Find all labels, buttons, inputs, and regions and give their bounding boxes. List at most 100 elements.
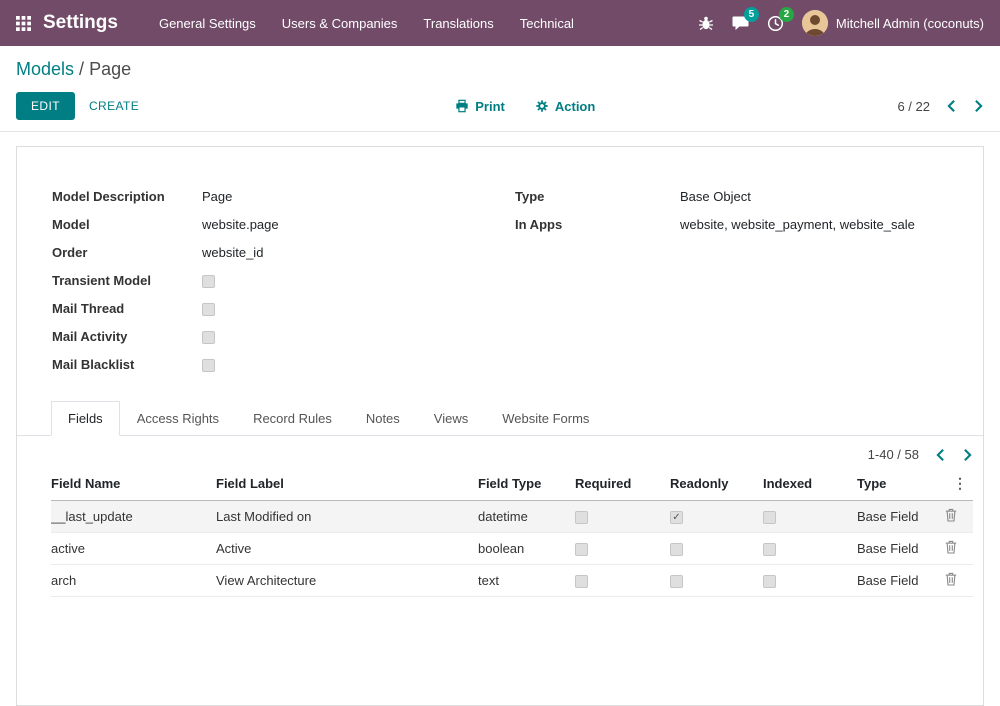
mail-activity-checkbox [202, 331, 215, 344]
cell-field-type: text [478, 565, 575, 597]
required-checkbox [575, 543, 588, 556]
table-row[interactable]: arch View Architecture text Base Field [51, 565, 973, 597]
indexed-checkbox [763, 511, 776, 524]
menu-general-settings[interactable]: General Settings [146, 10, 269, 37]
field-label: Type [515, 189, 680, 204]
list-pager-value[interactable]: 1-40 / 58 [868, 447, 919, 462]
field-label: Model Description [52, 189, 202, 204]
header-readonly[interactable]: Readonly [670, 467, 763, 501]
list-pager-previous-icon[interactable] [935, 448, 946, 462]
table-row[interactable]: active Active boolean Base Field [51, 533, 973, 565]
cell-type: Base Field [857, 533, 935, 565]
cell-field-label: Last Modified on [216, 501, 478, 533]
activities-badge: 2 [779, 7, 794, 22]
model-description-value: Page [202, 189, 232, 204]
model-value: website.page [202, 217, 279, 232]
print-button[interactable]: Print [455, 99, 505, 114]
menu-users-companies[interactable]: Users & Companies [269, 10, 411, 37]
edit-button[interactable]: EDIT [16, 92, 75, 120]
action-button[interactable]: Action [535, 99, 595, 114]
delete-row-button[interactable] [945, 508, 957, 522]
mail-blacklist-checkbox [202, 359, 215, 372]
readonly-checkbox [670, 575, 683, 588]
apps-menu-icon[interactable] [16, 16, 31, 31]
top-navbar: Settings General Settings Users & Compan… [0, 0, 1000, 46]
header-required[interactable]: Required [575, 467, 670, 501]
avatar [802, 10, 828, 36]
fields-table: Field Name Field Label Field Type Requir… [51, 467, 973, 597]
order-value: website_id [202, 245, 263, 260]
navbar-right: 5 2 Mitchell Admin (coconuts) [698, 10, 984, 36]
tab-access-rights[interactable]: Access Rights [120, 401, 236, 436]
type-value: Base Object [680, 189, 751, 204]
tab-website-forms[interactable]: Website Forms [485, 401, 606, 436]
required-checkbox [575, 511, 588, 524]
list-pager-next-icon[interactable] [962, 448, 973, 462]
field-label: Order [52, 245, 202, 260]
field-label: Mail Blacklist [52, 357, 202, 372]
cell-type: Base Field [857, 501, 935, 533]
in-apps-value: website, website_payment, website_sale [680, 217, 915, 232]
form-left-column: Model DescriptionPage Modelwebsite.page … [52, 187, 485, 383]
tab-views[interactable]: Views [417, 401, 485, 436]
fields-list: 1-40 / 58 Field Name Field Label Field T… [17, 436, 983, 597]
cell-field-name: arch [51, 565, 216, 597]
notebook-tabs: Fields Access Rights Record Rules Notes … [17, 401, 983, 436]
messages-badge: 5 [744, 7, 759, 22]
mail-thread-checkbox [202, 303, 215, 316]
header-field-label[interactable]: Field Label [216, 467, 478, 501]
field-label: Model [52, 217, 202, 232]
header-type[interactable]: Type [857, 467, 935, 501]
pager-previous-icon[interactable] [946, 99, 957, 113]
activities-clock-icon[interactable]: 2 [767, 15, 784, 32]
control-panel: EDIT CREATE Print Ac [0, 84, 1000, 132]
cell-type: Base Field [857, 565, 935, 597]
cell-field-type: boolean [478, 533, 575, 565]
gear-icon [535, 99, 549, 113]
debug-bug-icon[interactable] [698, 15, 714, 31]
cell-field-label: Active [216, 533, 478, 565]
breadcrumb-models-link[interactable]: Models [16, 59, 74, 79]
readonly-checkbox [670, 511, 683, 524]
record-pager: 6 / 22 [897, 99, 984, 114]
delete-row-button[interactable] [945, 540, 957, 554]
list-pager: 1-40 / 58 [51, 436, 973, 467]
menu-translations[interactable]: Translations [410, 10, 506, 37]
table-row[interactable]: __last_update Last Modified on datetime … [51, 501, 973, 533]
field-label: In Apps [515, 217, 680, 232]
pager-value[interactable]: 6 / 22 [897, 99, 930, 114]
user-name: Mitchell Admin (coconuts) [836, 16, 984, 31]
field-label: Transient Model [52, 273, 202, 288]
tab-notes[interactable]: Notes [349, 401, 417, 436]
header-field-name[interactable]: Field Name [51, 467, 216, 501]
create-button[interactable]: CREATE [75, 93, 153, 119]
indexed-checkbox [763, 575, 776, 588]
menu-technical[interactable]: Technical [507, 10, 587, 37]
breadcrumb-separator: / [79, 59, 89, 79]
tab-record-rules[interactable]: Record Rules [236, 401, 349, 436]
field-label: Mail Activity [52, 329, 202, 344]
user-menu[interactable]: Mitchell Admin (coconuts) [802, 10, 984, 36]
cell-field-type: datetime [478, 501, 575, 533]
required-checkbox [575, 575, 588, 588]
cell-field-label: View Architecture [216, 565, 478, 597]
main-menu: General Settings Users & Companies Trans… [146, 10, 587, 37]
messages-icon[interactable]: 5 [732, 15, 749, 31]
header-field-type[interactable]: Field Type [478, 467, 575, 501]
tab-fields[interactable]: Fields [51, 401, 120, 436]
cell-field-name: active [51, 533, 216, 565]
pager-next-icon[interactable] [973, 99, 984, 113]
readonly-checkbox [670, 543, 683, 556]
app-name[interactable]: Settings [43, 12, 118, 34]
field-label: Mail Thread [52, 301, 202, 316]
header-indexed[interactable]: Indexed [763, 467, 857, 501]
cell-field-name: __last_update [51, 501, 216, 533]
form-sheet: Model DescriptionPage Modelwebsite.page … [16, 146, 984, 706]
breadcrumb: Models / Page [0, 46, 1000, 84]
printer-icon [455, 99, 469, 113]
table-header-row: Field Name Field Label Field Type Requir… [51, 467, 973, 501]
transient-model-checkbox [202, 275, 215, 288]
breadcrumb-current: Page [89, 59, 131, 79]
column-options-kebab-icon[interactable]: ⋮ [935, 467, 973, 501]
form-right-column: TypeBase Object In Appswebsite, website_… [515, 187, 948, 383]
